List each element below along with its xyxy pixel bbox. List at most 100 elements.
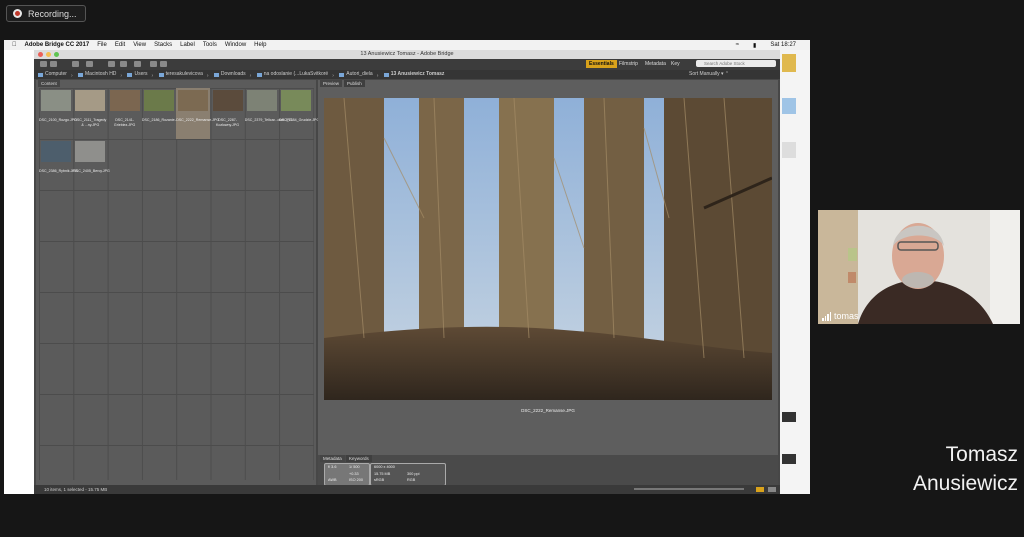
view-list-icon[interactable] xyxy=(768,487,776,492)
participant-display-name: Tomasz Anusiewicz xyxy=(818,440,1018,498)
menu-window[interactable]: Window xyxy=(225,42,246,48)
path-users[interactable]: Users xyxy=(127,70,148,79)
boomerang-icon[interactable] xyxy=(86,61,93,67)
menu-view[interactable]: View xyxy=(133,42,146,48)
chevron-right-icon: › xyxy=(151,72,154,79)
home-icon xyxy=(158,72,164,77)
thumbnail-item[interactable]: DSC_2222_Remanse.JPG xyxy=(176,88,219,139)
folder-icon xyxy=(383,72,389,77)
camera-data-box: f/ 3.6 1/ 500 +0.33 AWB ISO 200 xyxy=(324,463,370,486)
shutter-value: 1/ 500 xyxy=(349,465,360,469)
forward-icon[interactable] xyxy=(50,61,57,67)
workspace-metadata[interactable]: Metadata xyxy=(642,60,669,68)
menu-label[interactable]: Label xyxy=(180,42,195,48)
thumbnail-item[interactable]: DSC_2379_Tellcar...own.JPG xyxy=(244,88,293,139)
path-autori-diela[interactable]: Autori_diela xyxy=(339,70,373,79)
menu-help[interactable]: Help xyxy=(254,42,266,48)
path-bar: Computer › Macintosh HD › Users › teresakul… xyxy=(34,70,780,79)
path-home[interactable]: teresakulevicova xyxy=(158,70,203,79)
thumbnail-item[interactable]: DSC_2186_Rozanie.JPG xyxy=(141,88,183,139)
tab-content[interactable]: Content xyxy=(38,80,60,87)
open-camera-raw-icon[interactable] xyxy=(134,61,141,67)
desktop-file-icon[interactable] xyxy=(782,412,796,422)
search-input[interactable] xyxy=(696,60,776,67)
file-size-value: 15.75 MB xyxy=(374,472,391,476)
thumbnail-filename: DSC_2100_Rozgo.JPG xyxy=(39,118,77,122)
recording-badge[interactable]: Recording... xyxy=(6,5,86,22)
desktop-file-icon[interactable] xyxy=(782,454,796,464)
chevron-right-icon: › xyxy=(376,72,379,79)
tree-photo-image xyxy=(324,98,772,400)
workspace-essentials[interactable]: Essentials xyxy=(586,60,617,68)
workspace-filmstrip[interactable]: Filmstrip xyxy=(616,60,641,68)
path-current-folder[interactable]: 13 Anusiewicz Tomasz xyxy=(383,70,444,79)
record-icon xyxy=(13,9,22,18)
thumbnail-filename: DSC_2379_Tellcar...own.JPG xyxy=(244,118,293,122)
desktop-file-icon[interactable] xyxy=(782,54,796,72)
tab-publish[interactable]: Publish xyxy=(344,80,365,87)
thumbnail-filename: DSC_2405_Bercy.JPG xyxy=(73,169,110,173)
menu-tools[interactable]: Tools xyxy=(203,42,217,48)
participant-camera-image xyxy=(818,210,1020,324)
path-na-odoslanie[interactable]: na odoslanie (...LukaSvitkoré xyxy=(256,70,328,79)
refine-icon[interactable] xyxy=(120,61,127,67)
iso-value: ISO 200 xyxy=(349,478,363,482)
menu-app-name[interactable]: Adobe Bridge CC 2017 xyxy=(25,42,90,48)
rotate-right-icon[interactable] xyxy=(160,61,167,67)
recording-label: Recording... xyxy=(28,8,77,19)
thumbnail-item[interactable]: DSC_2100_Rozgo.JPG xyxy=(39,88,77,139)
tab-preview[interactable]: Preview xyxy=(320,80,343,87)
thumbnail-filename: DSC_2186_Rozanie.JPG xyxy=(141,118,183,122)
status-text: 10 items, 1 selected - 15.75 MB xyxy=(44,487,108,492)
thumbnail-item[interactable]: DSC_2287-Kozlowny.JPG xyxy=(211,88,245,139)
dimensions-value: 6000 x 4000 xyxy=(374,465,395,469)
computer-icon xyxy=(38,72,43,77)
tab-keywords[interactable]: Keywords xyxy=(346,455,372,462)
apple-menu-icon[interactable]:  xyxy=(12,42,17,48)
rotate-left-icon[interactable] xyxy=(150,61,157,67)
thumbnail-item[interactable]: DSC_2405_Bercy.JPG xyxy=(73,139,110,190)
chevron-right-icon: › xyxy=(70,72,73,79)
thumbnail-filename: DSC_2287-Kozlowny.JPG xyxy=(215,118,240,127)
desktop-file-icon[interactable] xyxy=(782,142,796,158)
thumbnail-item[interactable]: DSC_2386_Rybnik.JPG xyxy=(39,139,78,190)
zoom-window-icon[interactable] xyxy=(54,52,59,57)
wifi-icon[interactable]: ≈ xyxy=(736,42,739,48)
thumbnail-size-slider[interactable] xyxy=(634,488,744,490)
menu-edit[interactable]: Edit xyxy=(115,42,125,48)
desktop-file-icon[interactable] xyxy=(782,98,796,114)
sort-menu[interactable]: Sort Manually ▾ ⌃ xyxy=(689,70,729,79)
tab-metadata[interactable]: Metadata xyxy=(320,455,345,462)
thumbnail-item[interactable]: DSC_2141-Griebiez.JPG xyxy=(108,88,142,139)
path-macintosh-hd[interactable]: Macintosh HD xyxy=(78,70,116,79)
thumbnail-image xyxy=(281,90,312,111)
thumbnail-item[interactable]: DSC_2384_Grudzie.JPG xyxy=(279,88,319,139)
participant-video[interactable]: tomas xyxy=(818,210,1020,324)
battery-icon[interactable]: ▮ xyxy=(753,42,756,49)
chevron-right-icon: › xyxy=(206,72,209,79)
folder-icon xyxy=(213,72,219,77)
recent-icon[interactable] xyxy=(72,61,79,67)
aperture-value: f/ 3.6 xyxy=(328,465,337,469)
camera-icon[interactable] xyxy=(108,61,115,67)
path-computer[interactable]: Computer xyxy=(38,70,67,79)
path-downloads[interactable]: Downloads xyxy=(213,70,246,79)
preview-filename: DSC_2222_Remanse.JPG xyxy=(521,408,575,413)
thumbnail-item[interactable]: DSC_2111_Tragedy & ...ny.JPG xyxy=(73,88,107,139)
thumbnail-image xyxy=(178,90,209,111)
metadata-panel: Metadata Keywords f/ 3.6 1/ 500 +0.33 AW… xyxy=(318,455,778,486)
view-thumbnails-icon[interactable] xyxy=(756,487,764,492)
back-icon[interactable] xyxy=(40,61,47,67)
close-window-icon[interactable] xyxy=(38,52,43,57)
resolution-value: 300 ppi xyxy=(407,472,420,476)
preview-image[interactable] xyxy=(324,98,772,400)
ev-value: +0.33 xyxy=(349,472,359,476)
menubar-clock[interactable]: Sat 18:27 xyxy=(770,42,796,48)
minimize-window-icon[interactable] xyxy=(46,52,51,57)
menu-file[interactable]: File xyxy=(97,42,107,48)
workspace-key[interactable]: Key xyxy=(668,60,683,68)
preview-panel: Preview Publish DSC_2222_Remanse.JPG xyxy=(318,80,778,455)
menu-stacks[interactable]: Stacks xyxy=(154,42,172,48)
folder-icon xyxy=(339,72,345,77)
thumbnail-image xyxy=(246,90,277,111)
